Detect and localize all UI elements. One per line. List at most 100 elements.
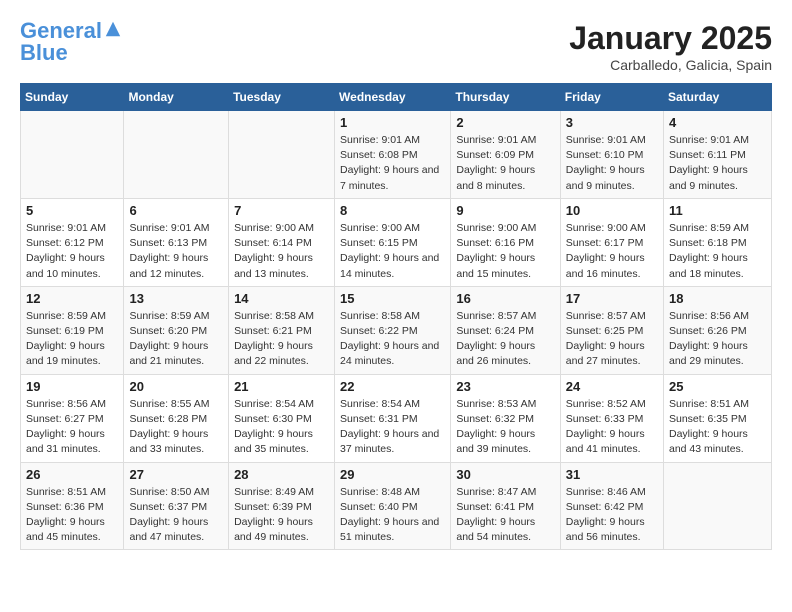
- calendar-cell: [21, 111, 124, 199]
- weekday-header-saturday: Saturday: [664, 84, 772, 111]
- day-number: 8: [340, 203, 445, 218]
- day-info: Sunrise: 8:56 AMSunset: 6:26 PMDaylight:…: [669, 309, 766, 370]
- day-number: 11: [669, 203, 766, 218]
- day-number: 22: [340, 379, 445, 394]
- calendar-cell: 2Sunrise: 9:01 AMSunset: 6:09 PMDaylight…: [451, 111, 560, 199]
- calendar-cell: 18 Sunrise: 8:56 AMSunset: 6:26 PMDayligh…: [664, 286, 772, 374]
- calendar-cell: 10 Sunrise: 9:00 AMSunset: 6:17 PMDayligh…: [560, 198, 663, 286]
- day-number: 6: [129, 203, 223, 218]
- day-info: Sunrise: 9:01 AMSunset: 6:12 PMDaylight:…: [26, 221, 118, 282]
- day-info: Sunrise: 8:49 AMSunset: 6:39 PMDaylight:…: [234, 485, 329, 546]
- day-number: 10: [566, 203, 658, 218]
- day-number: 14: [234, 291, 329, 306]
- calendar-cell: 9Sunrise: 9:00 AMSunset: 6:16 PMDaylight…: [451, 198, 560, 286]
- day-info: Sunrise: 8:58 AMSunset: 6:22 PMDaylight:…: [340, 309, 445, 370]
- day-number: 16: [456, 291, 554, 306]
- day-info: Sunrise: 8:55 AMSunset: 6:28 PMDaylight:…: [129, 397, 223, 458]
- week-row-2: 5Sunrise: 9:01 AMSunset: 6:12 PMDaylight…: [21, 198, 772, 286]
- calendar-cell: [124, 111, 229, 199]
- week-row-5: 26 Sunrise: 8:51 AMSunset: 6:36 PMDayligh…: [21, 462, 772, 550]
- calendar-cell: 11 Sunrise: 8:59 AMSunset: 6:18 PMDayligh…: [664, 198, 772, 286]
- calendar-cell: 30 Sunrise: 8:47 AMSunset: 6:41 PMDayligh…: [451, 462, 560, 550]
- day-number: 25: [669, 379, 766, 394]
- calendar-cell: 17 Sunrise: 8:57 AMSunset: 6:25 PMDayligh…: [560, 286, 663, 374]
- calendar-cell: 15Sunrise: 8:58 AMSunset: 6:22 PMDayligh…: [335, 286, 451, 374]
- weekday-header-friday: Friday: [560, 84, 663, 111]
- week-row-3: 12 Sunrise: 8:59 AMSunset: 6:19 PMDayligh…: [21, 286, 772, 374]
- calendar-title: January 2025: [569, 20, 772, 57]
- calendar-cell: 4 Sunrise: 9:01 AMSunset: 6:11 PMDaylight…: [664, 111, 772, 199]
- day-info: Sunrise: 8:59 AMSunset: 6:19 PMDaylight:…: [26, 309, 118, 370]
- calendar-cell: 13 Sunrise: 8:59 AMSunset: 6:20 PMDayligh…: [124, 286, 229, 374]
- day-number: 30: [456, 467, 554, 482]
- day-number: 17: [566, 291, 658, 306]
- calendar-cell: 19 Sunrise: 8:56 AMSunset: 6:27 PMDayligh…: [21, 374, 124, 462]
- calendar-cell: 23 Sunrise: 8:53 AMSunset: 6:32 PMDayligh…: [451, 374, 560, 462]
- day-info: Sunrise: 9:00 AMSunset: 6:14 PMDaylight:…: [234, 221, 329, 282]
- weekday-header-monday: Monday: [124, 84, 229, 111]
- day-number: 28: [234, 467, 329, 482]
- weekday-header-row: SundayMondayTuesdayWednesdayThursdayFrid…: [21, 84, 772, 111]
- day-number: 31: [566, 467, 658, 482]
- calendar-cell: 1 Sunrise: 9:01 AMSunset: 6:08 PMDaylight…: [335, 111, 451, 199]
- calendar-cell: 7Sunrise: 9:00 AMSunset: 6:14 PMDaylight…: [229, 198, 335, 286]
- day-number: 18: [669, 291, 766, 306]
- day-info: Sunrise: 8:51 AMSunset: 6:36 PMDaylight:…: [26, 485, 118, 546]
- day-info: Sunrise: 8:54 AMSunset: 6:31 PMDaylight:…: [340, 397, 445, 458]
- calendar-cell: 14 Sunrise: 8:58 AMSunset: 6:21 PMDayligh…: [229, 286, 335, 374]
- calendar-cell: 12 Sunrise: 8:59 AMSunset: 6:19 PMDayligh…: [21, 286, 124, 374]
- day-number: 19: [26, 379, 118, 394]
- day-info: Sunrise: 8:56 AMSunset: 6:27 PMDaylight:…: [26, 397, 118, 458]
- day-info: Sunrise: 8:46 AMSunset: 6:42 PMDaylight:…: [566, 485, 658, 546]
- day-info: Sunrise: 8:57 AMSunset: 6:25 PMDaylight:…: [566, 309, 658, 370]
- day-info: Sunrise: 9:01 AMSunset: 6:11 PMDaylight:…: [669, 133, 766, 194]
- day-info: Sunrise: 8:53 AMSunset: 6:32 PMDaylight:…: [456, 397, 554, 458]
- calendar-cell: 6 Sunrise: 9:01 AMSunset: 6:13 PMDaylight…: [124, 198, 229, 286]
- calendar-cell: 25 Sunrise: 8:51 AMSunset: 6:35 PMDayligh…: [664, 374, 772, 462]
- calendar-cell: 21Sunrise: 8:54 AMSunset: 6:30 PMDayligh…: [229, 374, 335, 462]
- calendar-cell: 3Sunrise: 9:01 AMSunset: 6:10 PMDaylight…: [560, 111, 663, 199]
- day-number: 2: [456, 115, 554, 130]
- weekday-header-thursday: Thursday: [451, 84, 560, 111]
- day-number: 13: [129, 291, 223, 306]
- day-number: 4: [669, 115, 766, 130]
- day-info: Sunrise: 9:01 AMSunset: 6:13 PMDaylight:…: [129, 221, 223, 282]
- day-info: Sunrise: 9:00 AMSunset: 6:17 PMDaylight:…: [566, 221, 658, 282]
- day-info: Sunrise: 9:01 AMSunset: 6:08 PMDaylight:…: [340, 133, 445, 194]
- week-row-4: 19 Sunrise: 8:56 AMSunset: 6:27 PMDayligh…: [21, 374, 772, 462]
- calendar-cell: 28 Sunrise: 8:49 AMSunset: 6:39 PMDayligh…: [229, 462, 335, 550]
- day-info: Sunrise: 8:50 AMSunset: 6:37 PMDaylight:…: [129, 485, 223, 546]
- calendar-cell: 24Sunrise: 8:52 AMSunset: 6:33 PMDayligh…: [560, 374, 663, 462]
- day-info: Sunrise: 8:59 AMSunset: 6:20 PMDaylight:…: [129, 309, 223, 370]
- calendar-cell: 5Sunrise: 9:01 AMSunset: 6:12 PMDaylight…: [21, 198, 124, 286]
- calendar-cell: 16Sunrise: 8:57 AMSunset: 6:24 PMDayligh…: [451, 286, 560, 374]
- calendar-cell: 26 Sunrise: 8:51 AMSunset: 6:36 PMDayligh…: [21, 462, 124, 550]
- day-info: Sunrise: 8:59 AMSunset: 6:18 PMDaylight:…: [669, 221, 766, 282]
- day-info: Sunrise: 8:47 AMSunset: 6:41 PMDaylight:…: [456, 485, 554, 546]
- day-number: 1: [340, 115, 445, 130]
- day-number: 20: [129, 379, 223, 394]
- calendar-cell: 29 Sunrise: 8:48 AMSunset: 6:40 PMDayligh…: [335, 462, 451, 550]
- day-number: 27: [129, 467, 223, 482]
- day-number: 12: [26, 291, 118, 306]
- day-number: 23: [456, 379, 554, 394]
- title-block: January 2025 Carballedo, Galicia, Spain: [569, 20, 772, 73]
- day-info: Sunrise: 8:48 AMSunset: 6:40 PMDaylight:…: [340, 485, 445, 546]
- calendar-cell: 27 Sunrise: 8:50 AMSunset: 6:37 PMDayligh…: [124, 462, 229, 550]
- day-info: Sunrise: 8:51 AMSunset: 6:35 PMDaylight:…: [669, 397, 766, 458]
- calendar-cell: 20 Sunrise: 8:55 AMSunset: 6:28 PMDayligh…: [124, 374, 229, 462]
- weekday-header-sunday: Sunday: [21, 84, 124, 111]
- day-number: 26: [26, 467, 118, 482]
- calendar-cell: 31 Sunrise: 8:46 AMSunset: 6:42 PMDayligh…: [560, 462, 663, 550]
- day-number: 3: [566, 115, 658, 130]
- day-info: Sunrise: 8:58 AMSunset: 6:21 PMDaylight:…: [234, 309, 329, 370]
- day-info: Sunrise: 9:00 AMSunset: 6:16 PMDaylight:…: [456, 221, 554, 282]
- calendar-cell: [664, 462, 772, 550]
- logo: GeneralBlue: [20, 20, 122, 64]
- logo-text: GeneralBlue: [20, 20, 122, 64]
- day-number: 29: [340, 467, 445, 482]
- calendar-cell: 22 Sunrise: 8:54 AMSunset: 6:31 PMDayligh…: [335, 374, 451, 462]
- calendar-table: SundayMondayTuesdayWednesdayThursdayFrid…: [20, 83, 772, 550]
- week-row-1: 1 Sunrise: 9:01 AMSunset: 6:08 PMDaylight…: [21, 111, 772, 199]
- day-info: Sunrise: 8:54 AMSunset: 6:30 PMDaylight:…: [234, 397, 329, 458]
